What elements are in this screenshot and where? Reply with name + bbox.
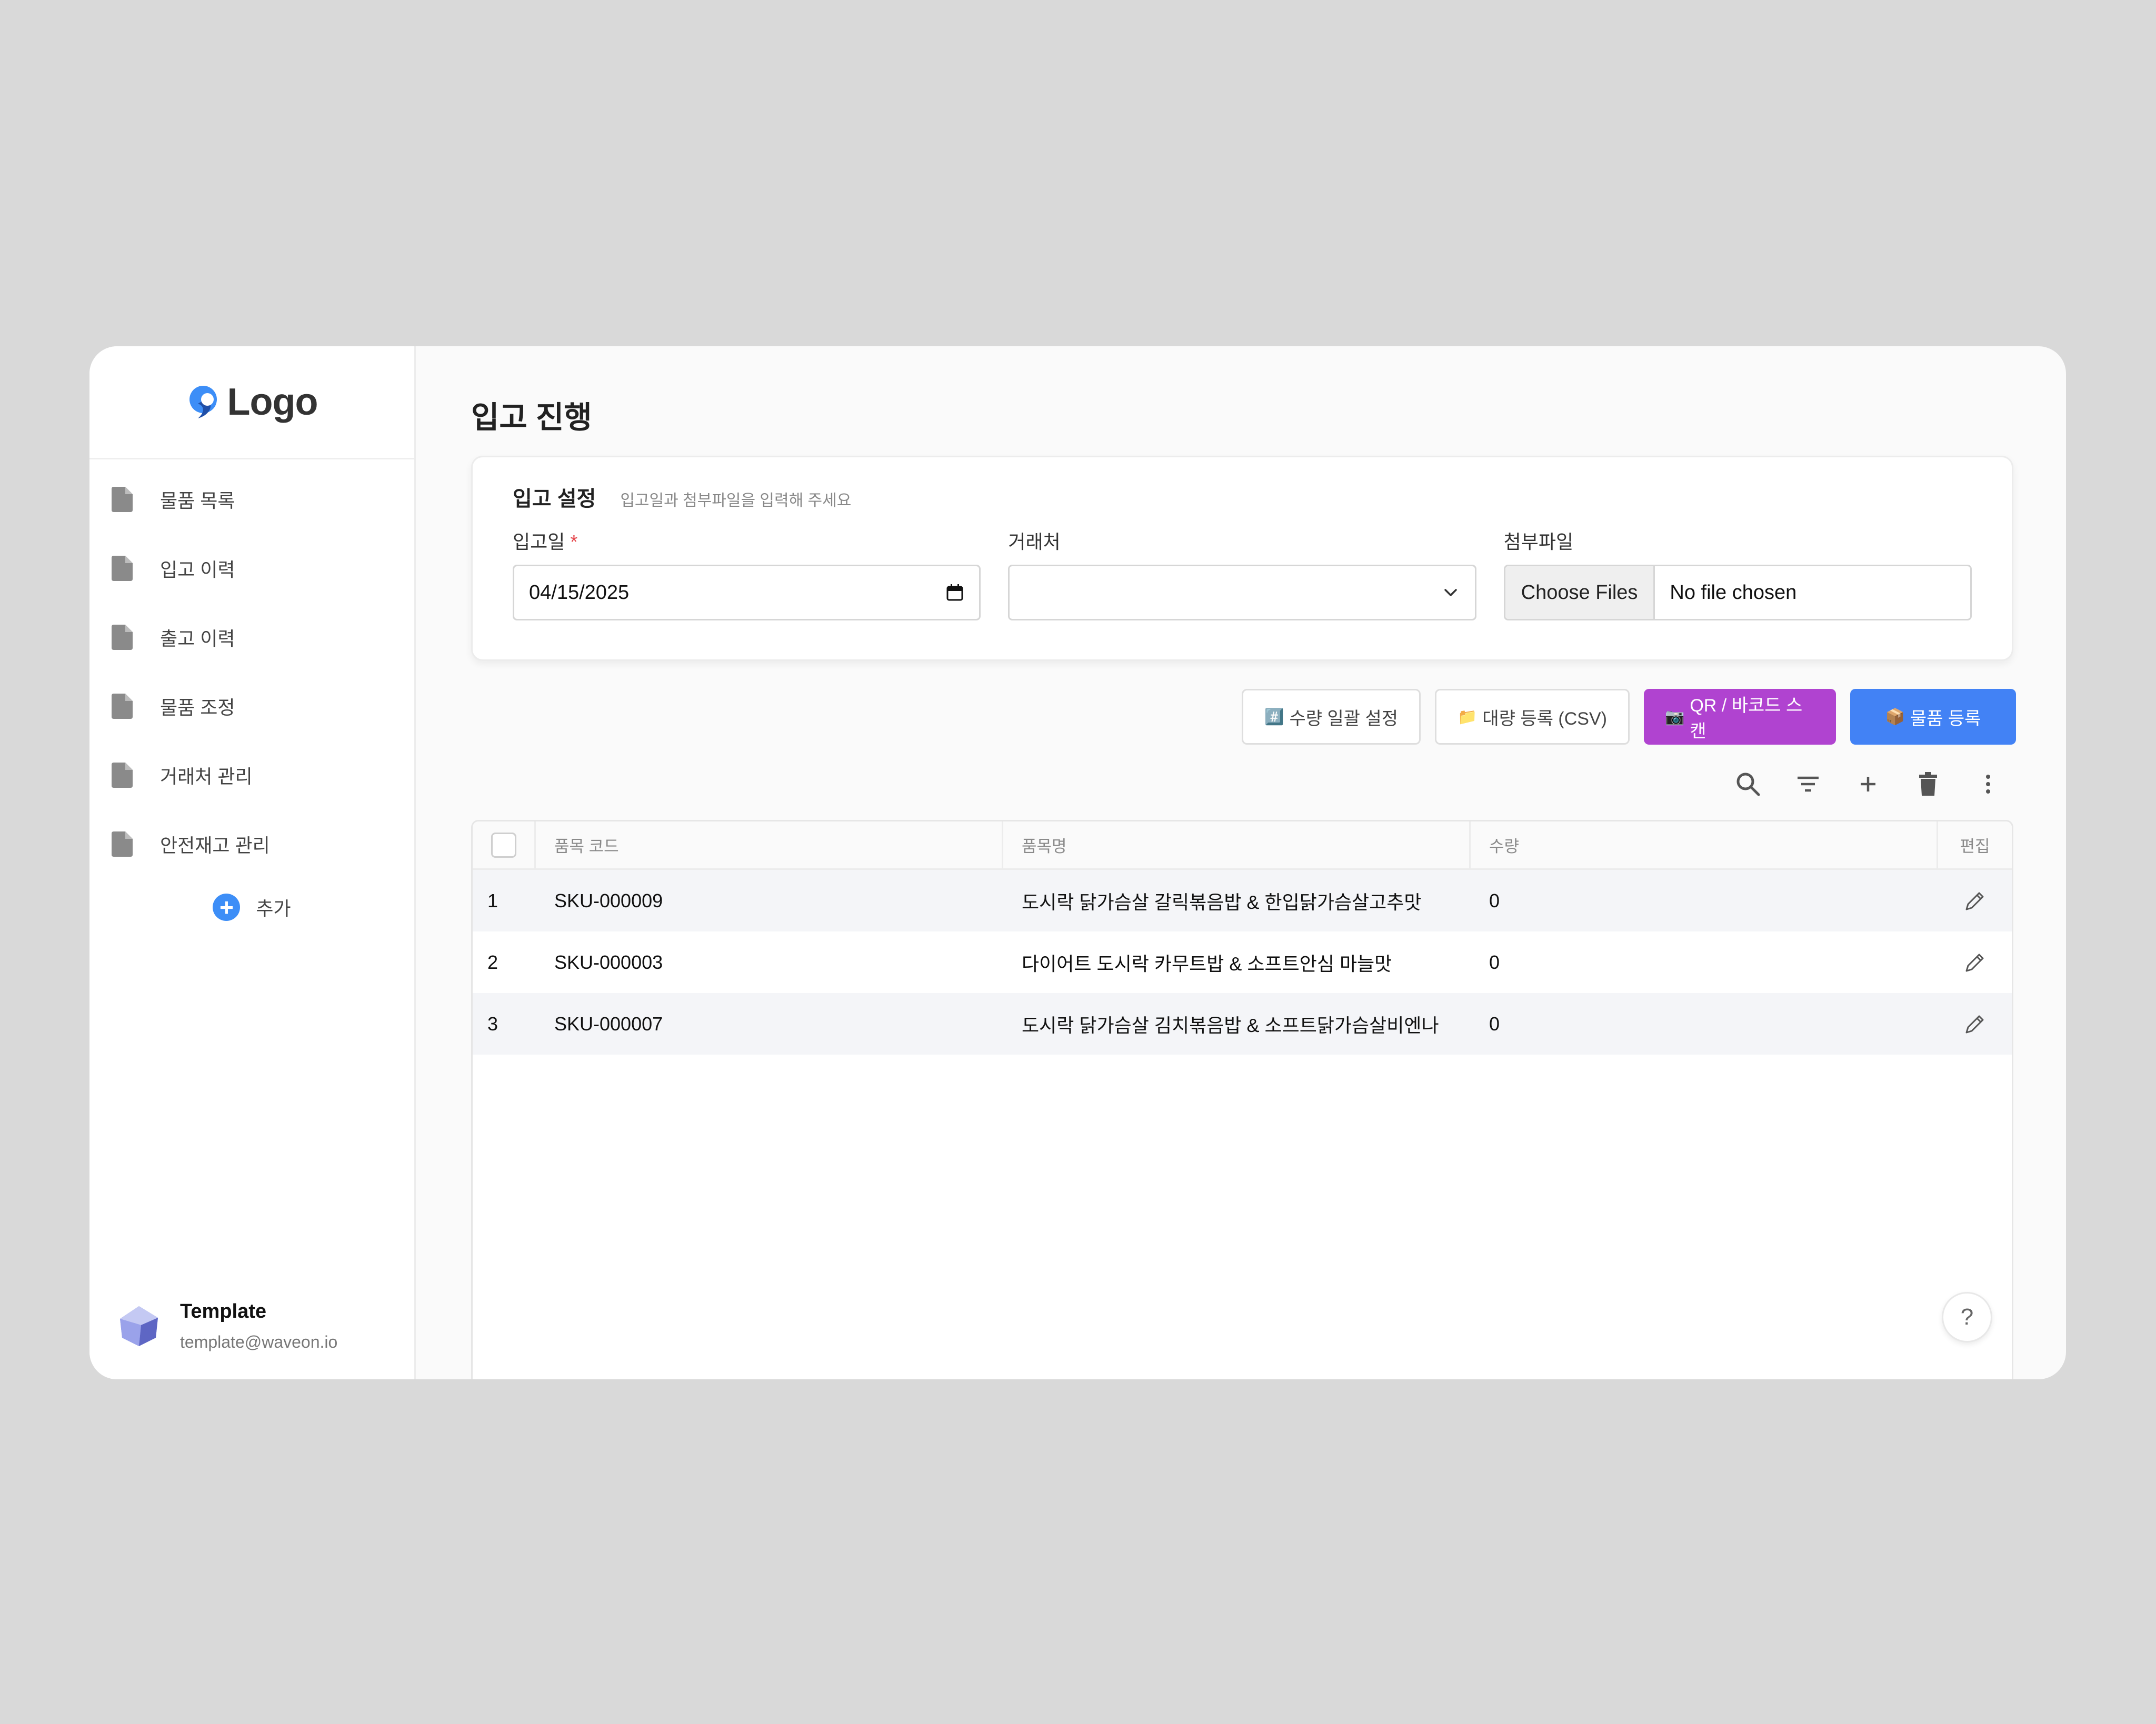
card-subtitle: 입고일과 첨부파일을 입력해 주세요	[620, 492, 852, 509]
sidebar-add-button[interactable]: + 추가	[89, 878, 414, 936]
calendar-icon[interactable]	[945, 583, 964, 602]
register-item-button[interactable]: 📦 물품 등록	[1850, 689, 2016, 745]
attachment-label: 첨부파일	[1503, 531, 1574, 553]
chevron-down-icon	[1444, 589, 1457, 596]
sidebar-item-item-adjustment[interactable]: 물품 조정	[89, 671, 414, 740]
plus-icon[interactable]	[1853, 769, 1883, 799]
inbound-settings-card: 입고 설정 입고일과 첨부파일을 입력해 주세요 입고일 * 04/15/2025	[471, 456, 2013, 661]
bulk-quantity-button[interactable]: #️⃣ 수량 일괄 설정	[1242, 689, 1421, 745]
bulk-csv-label: 대량 등록 (CSV)	[1482, 708, 1607, 729]
cell-name: 다이어트 도시락 카무트밥 & 소프트안심 마늘맛	[1022, 953, 1392, 975]
more-vertical-icon[interactable]	[1973, 769, 2003, 799]
header-name[interactable]: 품목명	[1003, 821, 1471, 868]
header-code[interactable]: 품목 코드	[536, 821, 1003, 868]
filter-icon[interactable]	[1793, 769, 1823, 799]
sidebar-item-outbound-history[interactable]: 출고 이력	[89, 603, 414, 671]
pencil-icon[interactable]	[1962, 1011, 1988, 1037]
row-number: 3	[487, 1013, 498, 1035]
action-bar: #️⃣ 수량 일괄 설정 📁 대량 등록 (CSV) 📷 QR / 바코드 스캔…	[1242, 689, 2016, 745]
cell-code: SKU-000003	[554, 951, 663, 973]
card-title: 입고 설정	[513, 487, 596, 510]
folder-icon: 📁	[1458, 708, 1478, 726]
sidebar-item-item-list[interactable]: 물품 목록	[89, 465, 414, 534]
keycap-hash-icon: #️⃣	[1264, 708, 1284, 726]
choose-files-button[interactable]: Choose Files	[1505, 566, 1655, 619]
logo[interactable]: Logo	[89, 346, 414, 459]
date-value: 04/15/2025	[529, 581, 630, 604]
select-all-checkbox[interactable]	[491, 832, 516, 858]
sidebar-add-label: 추가	[256, 898, 291, 919]
camera-icon: 📷	[1665, 708, 1685, 726]
pencil-icon[interactable]	[1962, 949, 1988, 976]
table-header: 품목 코드 품목명 수량 편집	[473, 821, 2012, 870]
document-icon	[112, 762, 133, 788]
sidebar-item-label: 거래처 관리	[160, 765, 253, 787]
date-label: 입고일	[513, 531, 565, 553]
items-table: 품목 코드 품목명 수량 편집 1 SKU-000009 도시락 닭가슴살 갈릭…	[471, 820, 2013, 1379]
cell-qty[interactable]: 0	[1471, 870, 1938, 931]
table-body: 1 SKU-000009 도시락 닭가슴살 갈릭볶음밥 & 한입닭가슴살고추맛 …	[473, 870, 2012, 1055]
document-icon	[112, 624, 133, 650]
row-number: 1	[487, 889, 498, 911]
document-icon	[112, 831, 133, 857]
table-row[interactable]: 3 SKU-000007 도시락 닭가슴살 김치볶음밥 & 소프트닭가슴살비엔나…	[473, 993, 2012, 1055]
table-toolbar	[1733, 769, 2003, 799]
sidebar-item-inbound-history[interactable]: 입고 이력	[89, 534, 414, 603]
qr-scan-button[interactable]: 📷 QR / 바코드 스캔	[1644, 689, 1836, 745]
cell-qty[interactable]: 0	[1471, 931, 1938, 993]
cell-code: SKU-000009	[554, 889, 663, 911]
avatar	[120, 1306, 158, 1346]
sidebar: Logo 물품 목록 입고 이력 출고 이력 물품 조정 거래처 관리 안전재고…	[89, 346, 416, 1379]
profile-name: Template	[180, 1300, 267, 1322]
vendor-label: 거래처	[1008, 531, 1061, 553]
vendor-select[interactable]	[1008, 565, 1476, 620]
table-row[interactable]: 2 SKU-000003 다이어트 도시락 카무트밥 & 소프트안심 마늘맛 0	[473, 931, 2012, 993]
document-icon	[112, 486, 133, 512]
profile-email: template@waveon.io	[180, 1332, 338, 1351]
sidebar-item-vendor-management[interactable]: 거래처 관리	[89, 740, 414, 809]
header-edit: 편집	[1960, 837, 1990, 856]
user-profile[interactable]: Template template@waveon.io	[117, 1300, 337, 1352]
cell-code: SKU-000007	[554, 1013, 663, 1035]
sidebar-item-label: 출고 이력	[160, 627, 235, 649]
sidebar-item-label: 안전재고 관리	[160, 834, 270, 856]
sidebar-item-label: 물품 목록	[160, 489, 235, 512]
register-item-label: 물품 등록	[1910, 708, 1981, 729]
main-content: 입고 진행 입고 설정 입고일과 첨부파일을 입력해 주세요 입고일 * 04/1…	[416, 346, 2066, 1379]
vendor-field: 거래처	[1008, 527, 1476, 620]
required-mark: *	[570, 531, 578, 553]
app-window: Logo 물품 목록 입고 이력 출고 이력 물품 조정 거래처 관리 안전재고…	[89, 346, 2066, 1379]
search-icon[interactable]	[1733, 769, 1763, 799]
file-status: No file chosen	[1670, 581, 1797, 604]
package-icon: 📦	[1885, 708, 1905, 726]
header-qty[interactable]: 수량	[1471, 821, 1938, 868]
page-title: 입고 진행	[471, 400, 592, 435]
logo-text: Logo	[227, 381, 318, 423]
sidebar-nav: 물품 목록 입고 이력 출고 이력 물품 조정 거래처 관리 안전재고 관리 +…	[89, 459, 414, 936]
cell-name: 도시락 닭가슴살 김치볶음밥 & 소프트닭가슴살비엔나	[1022, 1014, 1439, 1036]
inbound-date-input[interactable]: 04/15/2025	[513, 565, 981, 620]
table-row[interactable]: 1 SKU-000009 도시락 닭가슴살 갈릭볶음밥 & 한입닭가슴살고추맛 …	[473, 870, 2012, 931]
document-icon	[112, 555, 133, 581]
sidebar-item-safety-stock[interactable]: 안전재고 관리	[89, 809, 414, 878]
row-number: 2	[487, 951, 498, 973]
help-button[interactable]: ?	[1942, 1292, 1992, 1342]
pencil-icon[interactable]	[1962, 888, 1988, 914]
bulk-csv-button[interactable]: 📁 대량 등록 (CSV)	[1435, 689, 1630, 745]
document-icon	[112, 693, 133, 719]
plus-circle-icon: +	[213, 894, 241, 921]
cell-qty[interactable]: 0	[1471, 993, 1938, 1055]
date-field: 입고일 * 04/15/2025	[513, 527, 981, 620]
sidebar-item-label: 물품 조정	[160, 696, 235, 718]
file-input[interactable]: Choose Files No file chosen	[1503, 565, 1972, 620]
sidebar-item-label: 입고 이력	[160, 558, 235, 580]
cell-name: 도시락 닭가슴살 갈릭볶음밥 & 한입닭가슴살고추맛	[1022, 891, 1422, 913]
qr-scan-label: QR / 바코드 스캔	[1690, 696, 1803, 741]
bulk-quantity-label: 수량 일괄 설정	[1289, 708, 1399, 729]
attachment-field: 첨부파일 Choose Files No file chosen	[1503, 527, 1972, 620]
trash-icon[interactable]	[1913, 769, 1943, 799]
logo-mark-icon	[189, 386, 217, 418]
